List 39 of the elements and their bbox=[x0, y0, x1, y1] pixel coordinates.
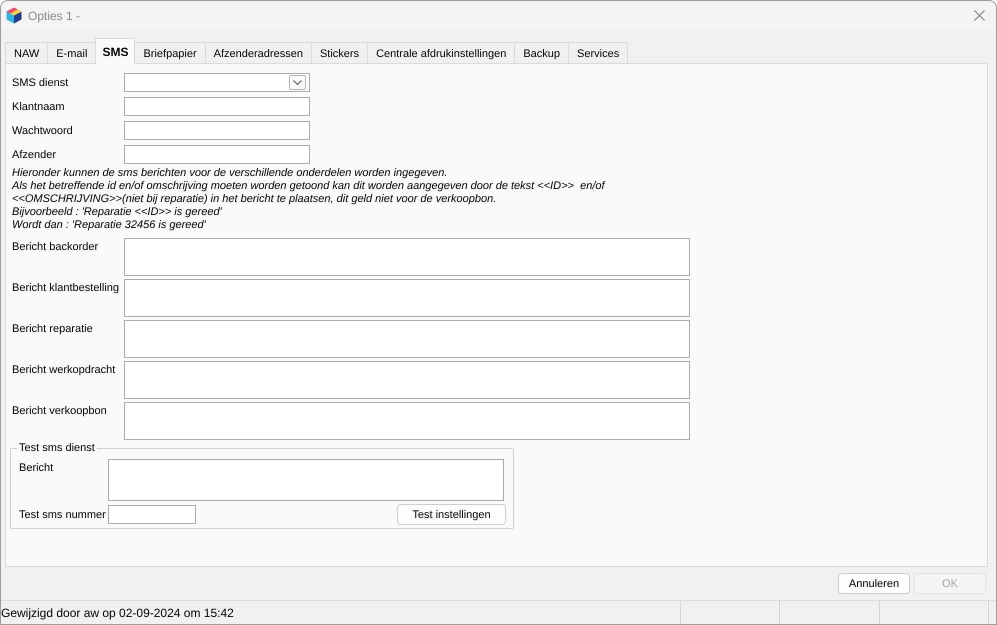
chevron-down-icon bbox=[293, 80, 302, 85]
text-field[interactable] bbox=[124, 121, 310, 140]
phone-number-field[interactable] bbox=[108, 505, 196, 524]
field-label: SMS dienst bbox=[12, 76, 70, 88]
dropdown-button[interactable] bbox=[289, 75, 306, 90]
instruction-text: Als het betreffende id en/of omschrijving moeten worden getoond kan dit worden aangegeven door de tekst <<ID>> en/of bbox=[12, 180, 606, 193]
message-field[interactable] bbox=[124, 320, 690, 358]
test-button[interactable]: Test instellingen bbox=[397, 504, 506, 525]
status-text: Gewijzigd door aw op 02-09-2024 om 15:42 bbox=[1, 606, 234, 620]
group-title: Test sms dienst bbox=[18, 442, 96, 455]
tab[interactable]: Services bbox=[568, 42, 628, 64]
message-field[interactable] bbox=[124, 238, 690, 276]
field-label: Bericht verkoopbon bbox=[12, 404, 108, 417]
field-label: Wachtwoord bbox=[12, 124, 74, 136]
field-label: Bericht klantbestelling bbox=[12, 281, 120, 294]
tab[interactable]: SMS bbox=[95, 38, 136, 64]
field-label: Bericht backorder bbox=[12, 240, 100, 253]
field-label: Test sms nummer bbox=[19, 508, 107, 520]
instruction-text: <<OMSCHRIJVING>>(niet bij reparatie) in het bericht te plaatsen, dit geld niet voor de verkoopbon. bbox=[12, 193, 498, 206]
instruction-text: Bijvoorbeeld : 'Reparatie <<ID>> is gereed' bbox=[12, 206, 223, 219]
dialog-button[interactable]: Annuleren bbox=[838, 573, 910, 594]
instruction-text: Wordt dan : 'Reparatie 32456 is gereed' bbox=[12, 219, 207, 232]
field-label: Bericht werkopdracht bbox=[12, 363, 116, 376]
text-field[interactable] bbox=[124, 97, 310, 116]
instruction-text: Hieronder kunnen de sms berichten voor de verschillende onderdelen worden ingegeven. bbox=[12, 167, 448, 180]
close-icon[interactable] bbox=[974, 10, 985, 21]
field-label: Bericht bbox=[19, 461, 54, 474]
field-label: Bericht reparatie bbox=[12, 322, 94, 335]
message-field[interactable] bbox=[124, 402, 690, 440]
message-field[interactable] bbox=[124, 361, 690, 399]
message-field[interactable] bbox=[124, 279, 690, 317]
message-field[interactable] bbox=[108, 459, 504, 501]
tab[interactable]: NAW bbox=[5, 42, 48, 64]
field-label: Afzender bbox=[12, 148, 58, 160]
dropdown-field[interactable] bbox=[124, 73, 310, 92]
cube-icon bbox=[6, 7, 22, 24]
window-title: Opties 1 - bbox=[28, 8, 82, 22]
text-field[interactable] bbox=[124, 145, 310, 164]
field-label: Klantnaam bbox=[12, 100, 66, 112]
